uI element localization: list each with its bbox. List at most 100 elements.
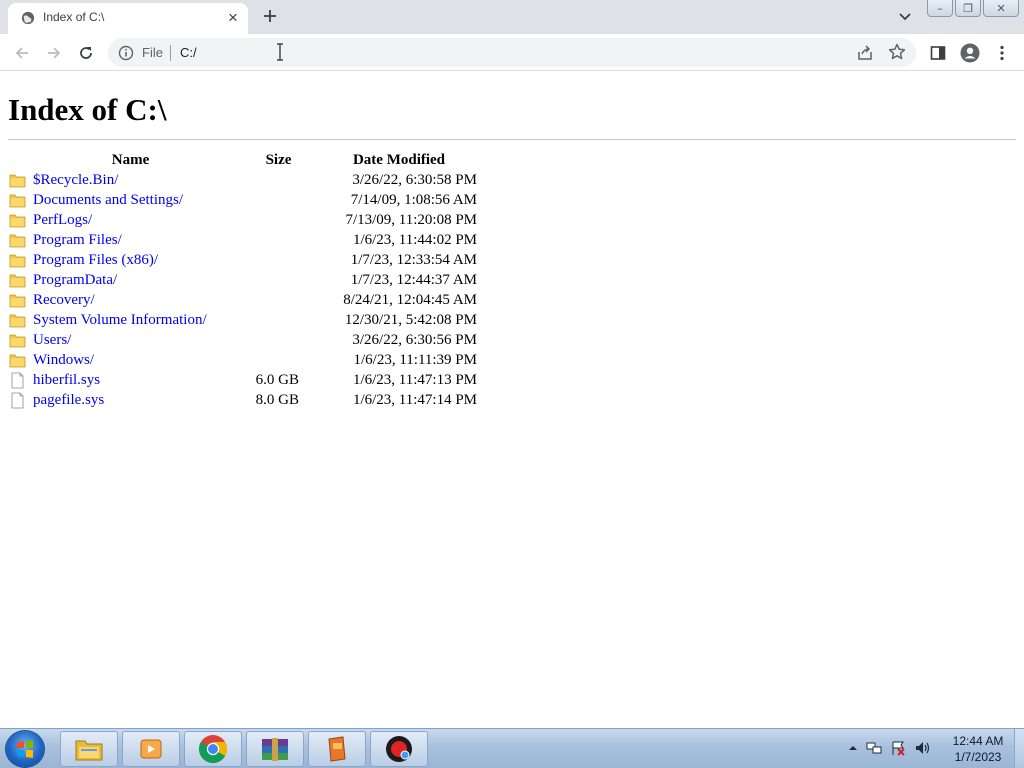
folder-icon — [9, 234, 26, 247]
name-cell-content: hiberfil.sys — [8, 372, 233, 389]
size-cell — [233, 270, 299, 290]
start-button[interactable] — [6, 731, 44, 767]
side-panel-button[interactable] — [926, 41, 950, 65]
new-tab-button[interactable] — [259, 5, 281, 27]
table-row: pagefile.sys 8.0 GB 1/6/23, 11:47:14 PM — [8, 390, 477, 410]
show-desktop-button[interactable] — [1014, 729, 1024, 768]
table-row: Windows/1/6/23, 11:11:39 PM — [8, 350, 477, 370]
taskbar-explorer[interactable] — [60, 731, 118, 767]
close-window-button[interactable]: ✕ — [983, 0, 1020, 17]
page-content: Index of C:\ Name Size Date Modified $Re… — [0, 72, 1024, 728]
name-cell-content: PerfLogs/ — [8, 212, 233, 229]
winrar-icon — [262, 738, 288, 761]
folder-link[interactable]: Program Files (x86)/ — [33, 252, 158, 269]
text-cursor-icon — [277, 43, 283, 61]
browser-toolbar: File C:/ — [0, 34, 1024, 71]
folder-icon — [75, 740, 103, 761]
file-link[interactable]: hiberfil.sys — [33, 372, 100, 389]
table-row: Recovery/8/24/21, 12:04:45 AM — [8, 290, 477, 310]
windows-logo-icon — [17, 740, 33, 758]
folder-link[interactable]: Recovery/ — [33, 292, 95, 309]
folder-link[interactable]: PerfLogs/ — [33, 212, 92, 229]
date-cell: 1/7/23, 12:44:37 AM — [350, 271, 477, 288]
size-cell — [233, 230, 299, 250]
taskbar-media-player[interactable] — [122, 731, 180, 767]
reload-button[interactable] — [74, 41, 98, 65]
chevron-down-icon[interactable] — [896, 9, 914, 25]
reload-icon — [80, 47, 92, 59]
side-panel-icon — [930, 46, 946, 60]
column-header-date[interactable]: Date Modified — [299, 150, 477, 170]
folder-link[interactable]: Program Files/ — [33, 232, 122, 249]
name-cell-content: pagefile.sys — [8, 392, 233, 409]
folder-link[interactable]: ProgramData/ — [33, 272, 117, 289]
folder-link[interactable]: System Volume Information/ — [33, 312, 207, 329]
name-cell-content: Program Files/ — [8, 232, 233, 249]
name-cell: Windows/ — [8, 350, 233, 370]
size-cell — [233, 290, 299, 310]
show-hidden-icons-icon[interactable] — [845, 740, 861, 756]
back-button[interactable] — [10, 41, 34, 65]
folder-link[interactable]: $Recycle.Bin/ — [33, 172, 118, 189]
folder-link[interactable]: Windows/ — [33, 352, 94, 369]
folder-icon — [9, 294, 26, 307]
url-text[interactable]: C:/ — [180, 45, 197, 60]
name-cell: Documents and Settings/ — [8, 190, 233, 210]
folder-icon — [9, 174, 26, 187]
folder-link[interactable]: Users/ — [33, 332, 71, 349]
size-cell — [233, 190, 299, 210]
date-cell: 1/6/23, 11:11:39 PM — [353, 351, 478, 368]
share-icon[interactable] — [856, 44, 874, 62]
name-cell-content: Windows/ — [8, 352, 233, 369]
name-cell-content: ProgramData/ — [8, 272, 233, 289]
table-row: ProgramData/1/7/23, 12:44:37 AM — [8, 270, 477, 290]
folder-link[interactable]: Documents and Settings/ — [33, 192, 183, 209]
volume-icon[interactable] — [914, 740, 930, 756]
name-cell: $Recycle.Bin/ — [8, 170, 233, 190]
action-center-icon[interactable] — [890, 740, 906, 756]
taskbar-chrome[interactable] — [184, 731, 242, 767]
media-player-icon — [140, 739, 162, 759]
taskbar-recorder[interactable] — [370, 731, 428, 767]
menu-button[interactable] — [990, 41, 1014, 65]
info-icon[interactable] — [118, 45, 134, 61]
clock-time[interactable]: 12:44 AM — [948, 734, 1008, 748]
file-icon — [11, 392, 24, 408]
tab-index-of-c[interactable]: Index of C:\ × — [8, 3, 248, 34]
date-cell: 1/7/23, 12:33:54 AM — [350, 251, 477, 268]
size-cell — [233, 310, 299, 330]
tab-close-icon[interactable]: × — [224, 8, 242, 27]
size-cell — [233, 350, 299, 370]
file-link[interactable]: pagefile.sys — [33, 392, 104, 409]
network-icon[interactable] — [866, 740, 882, 756]
bookmark-star-icon[interactable] — [888, 43, 906, 61]
size-cell — [233, 170, 299, 190]
taskbar-app[interactable] — [308, 731, 366, 767]
scheme-label: File — [142, 45, 163, 60]
date-cell: 1/6/23, 11:47:14 PM — [352, 391, 477, 408]
clock-date[interactable]: 1/7/2023 — [948, 750, 1008, 764]
taskbar: 12:44 AM 1/7/2023 — [0, 728, 1024, 768]
forward-button[interactable] — [42, 41, 66, 65]
name-cell-content: $Recycle.Bin/ — [8, 172, 233, 189]
directory-listing: Name Size Date Modified $Recycle.Bin/3/2… — [8, 150, 477, 410]
date-cell: 7/13/09, 11:20:08 PM — [345, 211, 477, 228]
plus-icon — [264, 10, 276, 22]
window-controls: – ❐ ✕ — [927, 0, 1020, 18]
address-bar[interactable]: File C:/ — [108, 38, 916, 67]
column-header-name[interactable]: Name — [8, 150, 233, 170]
date-cell: 7/14/09, 1:08:56 AM — [350, 191, 477, 208]
globe-icon — [21, 11, 35, 25]
name-cell-content: Documents and Settings/ — [8, 192, 233, 209]
profile-button[interactable] — [958, 41, 982, 65]
restore-button[interactable]: ❐ — [955, 0, 982, 17]
minimize-button[interactable]: – — [927, 0, 954, 17]
name-cell: ProgramData/ — [8, 270, 233, 290]
taskbar-winrar[interactable] — [246, 731, 304, 767]
date-cell: 12/30/21, 5:42:08 PM — [344, 311, 477, 328]
table-row: PerfLogs/7/13/09, 11:20:08 PM — [8, 210, 477, 230]
column-header-size[interactable]: Size — [233, 150, 299, 170]
page-title: Index of C:\ — [8, 92, 167, 127]
table-header-row: Name Size Date Modified — [8, 150, 477, 170]
file-icon — [11, 372, 24, 388]
